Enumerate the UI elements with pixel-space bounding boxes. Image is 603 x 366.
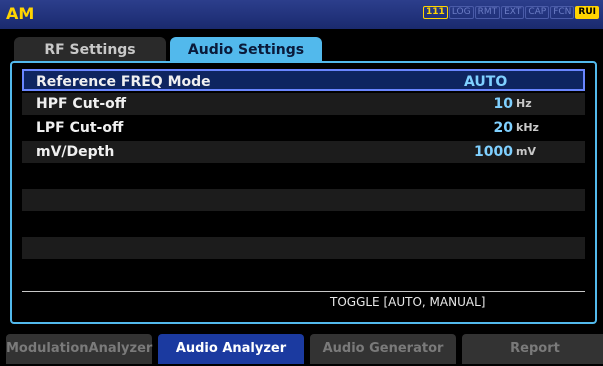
settings-panel: Reference FREQ Mode AUTO HPF Cut-off 10 … (10, 61, 597, 324)
title-bar: AM 111 LOG RMT EXT CAP FCN RUI (0, 0, 603, 29)
setting-unit: kHz (516, 121, 539, 134)
status-badge-rui: RUI (575, 6, 599, 19)
setting-row-hpf-cutoff[interactable]: HPF Cut-off 10 Hz (22, 93, 585, 115)
empty-row (22, 237, 585, 259)
setting-name: LPF Cut-off (36, 120, 124, 136)
setting-unit: mV (516, 145, 536, 158)
softkey-audio-analyzer[interactable]: Audio Analyzer (158, 334, 304, 364)
empty-row (22, 261, 585, 283)
setting-row-mv-depth[interactable]: mV/Depth 1000 mV (22, 141, 585, 163)
setting-name: mV/Depth (36, 144, 115, 160)
setting-unit: Hz (516, 97, 532, 110)
setting-value: AUTO (464, 74, 508, 90)
help-hint: TOGGLE [AUTO, MANUAL] (330, 295, 486, 309)
mode-title: AM (6, 4, 35, 23)
status-badge-rmt: RMT (474, 6, 501, 19)
softkey-bar: ModulationAnalyzer Audio Analyzer Audio … (6, 334, 603, 364)
setting-value: 20 (493, 120, 513, 136)
status-badge-ext: EXT (501, 6, 525, 19)
settings-tabs: RF Settings Audio Settings (14, 37, 326, 63)
status-badge-fcn: FCN (550, 6, 575, 19)
empty-row (22, 213, 585, 235)
setting-row-lpf-cutoff[interactable]: LPF Cut-off 20 kHz (22, 117, 585, 139)
setting-name: HPF Cut-off (36, 96, 127, 112)
softkey-report[interactable]: Report (462, 334, 603, 364)
status-badge-log: LOG (448, 6, 474, 19)
tab-rf-settings[interactable]: RF Settings (14, 37, 166, 63)
status-indicators: 111 LOG RMT EXT CAP FCN RUI (423, 6, 599, 19)
setting-value: 1000 (474, 144, 513, 160)
setting-row-reference-freq-mode[interactable]: Reference FREQ Mode AUTO (22, 69, 585, 91)
analyzer-screen: AM 111 LOG RMT EXT CAP FCN RUI RF Settin… (0, 0, 603, 366)
status-badge-111: 111 (423, 6, 448, 19)
setting-name: Reference FREQ Mode (36, 74, 211, 90)
softkey-audio-generator[interactable]: Audio Generator (310, 334, 456, 364)
setting-value: 10 (493, 96, 513, 112)
empty-row (22, 165, 585, 187)
panel-divider (22, 291, 585, 292)
status-badge-cap: CAP (525, 6, 550, 19)
softkey-modulation-analyzer[interactable]: ModulationAnalyzer (6, 334, 152, 364)
tab-audio-settings[interactable]: Audio Settings (170, 37, 322, 63)
empty-row (22, 189, 585, 211)
